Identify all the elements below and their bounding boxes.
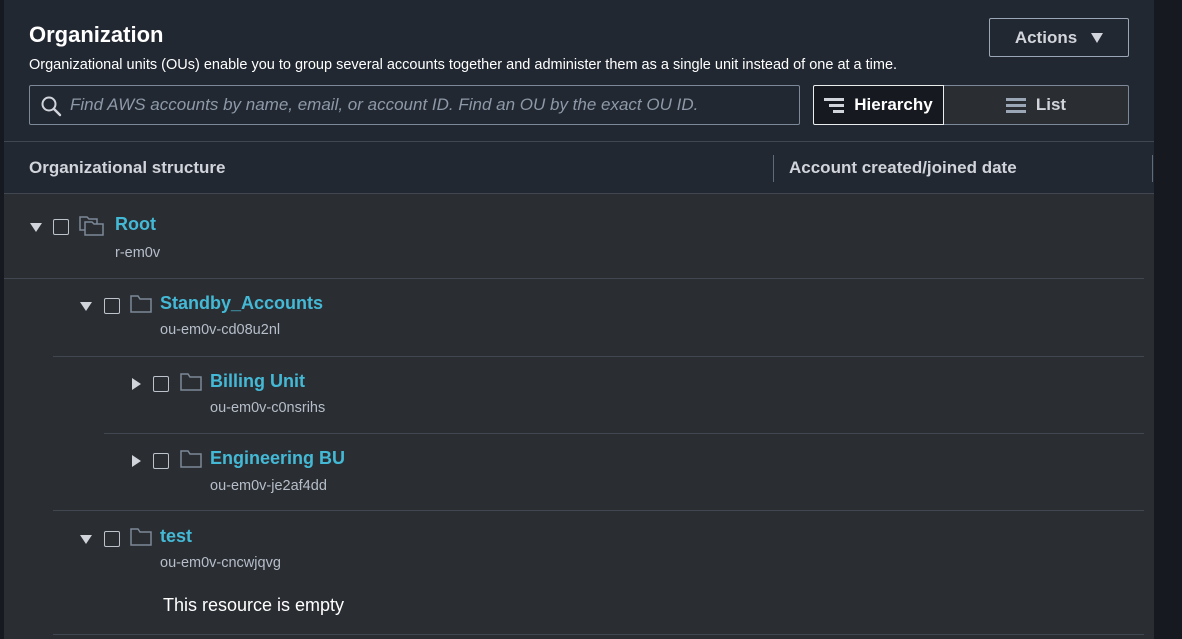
folder-icon [180, 450, 202, 468]
caret-down-icon[interactable] [29, 220, 43, 234]
node-name[interactable]: test [160, 526, 192, 547]
search-icon [41, 96, 62, 117]
hierarchy-label: Hierarchy [854, 95, 933, 114]
page-description: Organizational units (OUs) enable you to… [29, 57, 898, 73]
caret-right-icon[interactable] [129, 377, 143, 391]
search-box [29, 85, 800, 125]
checkbox[interactable] [104, 298, 120, 314]
hierarchy-view-button[interactable]: Hierarchy [813, 85, 944, 125]
row-divider [4, 278, 1144, 279]
node-id: ou-em0v-je2af4dd [210, 478, 327, 494]
caret-down-icon[interactable] [79, 532, 93, 546]
node-id: ou-em0v-cd08u2nl [160, 322, 281, 338]
column-divider[interactable] [773, 155, 774, 182]
folder-icon [130, 295, 152, 313]
tree-node-engineering-bu: Engineering BU ou-em0v-je2af4dd [4, 448, 1144, 508]
list-icon [1005, 98, 1026, 113]
row-divider [53, 510, 1144, 511]
list-view-button[interactable]: List [944, 85, 1129, 125]
row-divider [104, 433, 1144, 434]
list-label: List [1035, 95, 1067, 114]
actions-button[interactable]: Actions [989, 18, 1129, 57]
tree-node-root: Root r-em0v [4, 214, 1144, 274]
empty-message: This resource is empty [163, 595, 345, 615]
node-name[interactable]: Root [115, 214, 156, 235]
caret-down-icon[interactable] [79, 299, 93, 313]
node-name[interactable]: Standby_Accounts [160, 293, 323, 314]
tree-node-test: test ou-em0v-cncwjqvg [4, 526, 1144, 586]
caret-down-icon [1091, 32, 1104, 43]
caret-right-icon[interactable] [129, 454, 143, 468]
tree-node-billing-unit: Billing Unit ou-em0v-c0nsrihs [4, 371, 1144, 431]
node-id: ou-em0v-cncwjqvg [160, 555, 281, 571]
page-title: Organization [29, 22, 164, 47]
row-divider [53, 356, 1144, 357]
checkbox[interactable] [153, 376, 169, 392]
actions-button-label: Actions [1014, 27, 1078, 47]
search-input[interactable] [70, 86, 790, 124]
tree-node-standby-accounts: Standby_Accounts ou-em0v-cd08u2nl [4, 293, 1144, 353]
page-edge [1154, 0, 1182, 639]
checkbox[interactable] [53, 219, 69, 235]
organization-panel: Organization Organizational units (OUs) … [4, 0, 1154, 639]
folder-icon [130, 528, 152, 546]
column-header-date[interactable]: Account created/joined date [789, 142, 1017, 194]
header: Organization Organizational units (OUs) … [4, 0, 1154, 141]
root-icon [79, 216, 104, 236]
folder-icon [180, 373, 202, 391]
node-name[interactable]: Engineering BU [210, 448, 345, 469]
table-header: Organizational structure Account created… [4, 141, 1154, 194]
node-name[interactable]: Billing Unit [210, 371, 305, 392]
node-id: ou-em0v-c0nsrihs [210, 400, 326, 416]
checkbox[interactable] [153, 453, 169, 469]
node-id: r-em0v [115, 245, 161, 261]
checkbox[interactable] [104, 531, 120, 547]
org-tree: Root r-em0v Standby_Accounts ou-em0v-cd0… [4, 194, 1154, 639]
hierarchy-icon [824, 98, 845, 113]
column-header-structure[interactable]: Organizational structure [29, 142, 225, 194]
column-divider[interactable] [1152, 155, 1153, 182]
row-divider [53, 634, 1144, 635]
